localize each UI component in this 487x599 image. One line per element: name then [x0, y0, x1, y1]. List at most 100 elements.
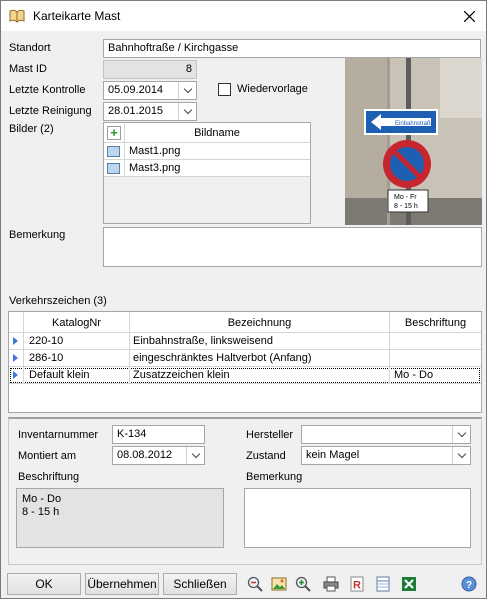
zustand-value: kein Magel	[306, 449, 360, 461]
close-button[interactable]	[452, 1, 486, 31]
zoom-out-icon	[247, 576, 263, 592]
beschriftung-line: 8 - 15 h	[22, 506, 60, 518]
bilder-header-row: + Bildname	[104, 123, 310, 143]
hersteller-label: Hersteller	[246, 429, 294, 441]
chevron-down-icon	[183, 84, 192, 94]
zoom-in-button[interactable]	[293, 574, 313, 594]
verkehrszeichen-grid: KatalogNr Bezeichnung Beschriftung 220-1…	[8, 311, 482, 413]
kontrolle-label: Letzte Kontrolle	[9, 84, 86, 96]
table-button[interactable]	[373, 574, 393, 594]
inventar-field[interactable]: K-134	[112, 425, 205, 444]
zustand-label: Zustand	[246, 450, 286, 462]
row-indicator-icon	[13, 354, 18, 362]
kontrolle-value: 05.09.2014	[108, 84, 164, 96]
montiert-label: Montiert am	[18, 450, 77, 462]
svg-text:R: R	[353, 580, 361, 592]
image-file-icon	[107, 146, 120, 157]
col-beschriftung[interactable]: Beschriftung	[390, 317, 481, 329]
mast-photo: Einbahnstraße Mo - Fr 8 - 15 h	[345, 58, 482, 225]
bemerkung-textarea[interactable]	[103, 227, 482, 267]
bilder-row[interactable]: Mast3.png	[104, 160, 310, 177]
montiert-date-picker[interactable]: 08.08.2012	[112, 446, 205, 465]
standort-field[interactable]: Bahnhoftraße / Kirchgasse	[103, 39, 481, 58]
reinigung-date-picker[interactable]: 28.01.2015	[103, 102, 197, 121]
print-icon	[323, 576, 339, 592]
reinigung-dropdown-button[interactable]	[178, 103, 196, 120]
book-icon	[9, 9, 25, 23]
chevron-down-icon	[183, 105, 192, 115]
verkehrszeichen-header-row: KatalogNr Bezeichnung Beschriftung	[9, 312, 481, 333]
help-button[interactable]: ?	[459, 574, 479, 594]
sign-bottom-line1: Mo - Fr	[394, 194, 417, 201]
cell-katalognr: 220-10	[29, 335, 64, 347]
hersteller-dropdown-button[interactable]	[452, 426, 470, 443]
bilder-row-name: Mast1.png	[129, 145, 181, 157]
cell-katalognr: 286-10	[29, 352, 64, 364]
detail-bemerkung-label: Bemerkung	[246, 471, 303, 483]
sign-bottom-line2: 8 - 15 h	[394, 203, 418, 210]
zoom-out-button[interactable]	[245, 574, 265, 594]
image-button[interactable]	[269, 574, 289, 594]
reinigung-value: 28.01.2015	[108, 105, 164, 117]
bilder-grid: + Bildname Mast1.png Mast3.png	[103, 122, 311, 224]
zustand-dropdown-button[interactable]	[452, 447, 470, 464]
cell-bezeichnung: Zusatzzeichen klein	[133, 369, 230, 381]
close-icon	[463, 10, 475, 22]
cell-beschriftung: Mo - Do	[394, 369, 434, 381]
zoom-in-icon	[295, 576, 311, 592]
hersteller-select[interactable]	[301, 425, 471, 444]
mastid-label: Mast ID	[9, 63, 47, 75]
image-icon	[271, 577, 287, 591]
inventar-label: Inventarnummer	[18, 429, 99, 441]
bilder-label: Bilder (2)	[9, 123, 54, 135]
row-indicator-icon	[13, 371, 18, 379]
table-row[interactable]: 220-10 Einbahnstraße, linksweisend	[9, 333, 481, 350]
zustand-select[interactable]: kein Magel	[301, 446, 471, 465]
cell-bezeichnung: Einbahnstraße, linksweisend	[133, 335, 274, 347]
image-file-icon	[107, 163, 120, 174]
table-row-selected[interactable]: Default klein Zusatzzeichen klein Mo - D…	[9, 367, 481, 384]
col-katalognr[interactable]: KatalogNr	[24, 317, 129, 329]
montiert-dropdown-button[interactable]	[186, 447, 204, 464]
row-indicator-icon	[13, 337, 18, 345]
mastid-field: 8	[103, 60, 197, 79]
bildname-header[interactable]: Bildname	[124, 127, 310, 139]
table-row[interactable]: 286-10 eingeschränktes Haltverbot (Anfan…	[9, 350, 481, 367]
beschriftung-label: Beschriftung	[18, 471, 80, 483]
kontrolle-dropdown-button[interactable]	[178, 82, 196, 99]
bilder-row[interactable]: Mast1.png	[104, 143, 310, 160]
help-icon: ?	[461, 576, 477, 592]
ok-button[interactable]: OK	[7, 573, 81, 595]
col-bezeichnung[interactable]: Bezeichnung	[130, 317, 389, 329]
beschriftung-textarea: Mo - Do 8 - 15 h	[16, 488, 224, 548]
bilder-row-name: Mast3.png	[129, 162, 181, 174]
uebernehmen-button[interactable]: Übernehmen	[85, 573, 159, 595]
excel-icon	[402, 577, 416, 591]
print-button[interactable]	[321, 574, 341, 594]
plus-icon: +	[110, 125, 118, 140]
chevron-down-icon	[457, 449, 466, 459]
wiedervorlage-checkbox[interactable]	[218, 83, 231, 96]
montiert-value: 08.08.2012	[117, 449, 173, 461]
report-button[interactable]: R	[347, 574, 367, 594]
table-icon	[376, 576, 390, 592]
beschriftung-line: Mo - Do	[22, 493, 62, 505]
cell-bezeichnung: eingeschränktes Haltverbot (Anfang)	[133, 352, 312, 364]
standort-label: Standort	[9, 42, 51, 54]
window-title: Karteikarte Mast	[33, 9, 121, 23]
bemerkung-label: Bemerkung	[9, 229, 66, 241]
title-bar: Karteikarte Mast	[1, 1, 486, 31]
wiedervorlage-label: Wiedervorlage	[237, 83, 308, 95]
kontrolle-date-picker[interactable]: 05.09.2014	[103, 81, 197, 100]
cell-katalognr: Default klein	[29, 369, 90, 381]
excel-export-button[interactable]	[399, 574, 419, 594]
verkehrszeichen-label: Verkehrszeichen (3)	[9, 295, 107, 307]
report-icon: R	[350, 576, 364, 592]
detail-bemerkung-textarea[interactable]	[244, 488, 471, 548]
add-image-button[interactable]: +	[107, 126, 121, 140]
schliessen-button[interactable]: Schließen	[163, 573, 237, 595]
reinigung-label: Letzte Reinigung	[9, 105, 92, 117]
chevron-down-icon	[457, 428, 466, 438]
chevron-down-icon	[191, 449, 200, 459]
sign-top-text: Einbahnstraße	[395, 121, 435, 127]
